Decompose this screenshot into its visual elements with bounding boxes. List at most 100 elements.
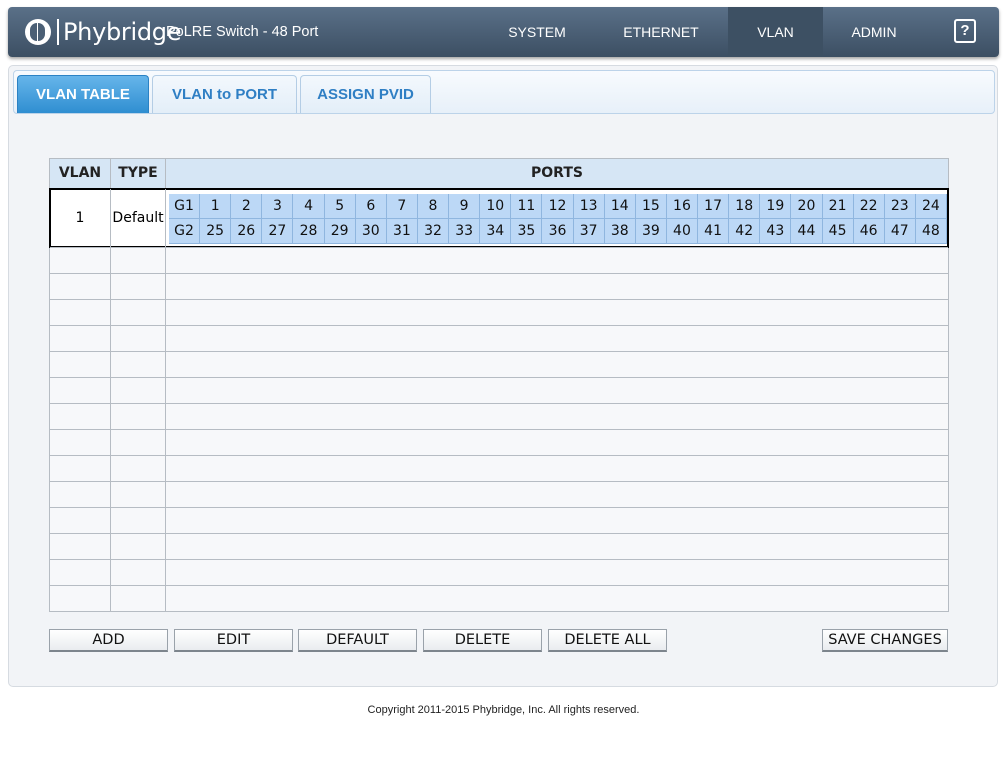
port-cell: 8 [417,194,450,219]
port-cell: 41 [698,219,730,244]
nav-vlan[interactable]: VLAN [728,7,823,57]
port-cell: 19 [760,194,792,219]
table-row[interactable] [50,247,948,273]
delete-all-button[interactable]: DELETE ALL [548,629,667,652]
table-row[interactable] [50,403,948,429]
empty-vlan-cell [50,300,111,325]
vlan-type-cell: Default [111,189,166,247]
table-row[interactable] [50,351,948,377]
port-cell: 4 [293,194,325,219]
column-header-type: TYPE [111,159,166,188]
port-cell: 31 [386,219,418,244]
phybridge-logo[interactable]: Phybridge [25,17,182,47]
table-row[interactable] [50,455,948,481]
table-header: VLAN TYPE PORTS [50,159,948,189]
port-cell: 18 [729,194,761,219]
port-cell: G1 [169,194,201,219]
empty-type-cell [111,300,166,325]
port-grid: G1 1 2 3 4 5 6 7 8 9 10 11 12 13 14 15 16 17 18 19 20 21 22 23 2… [169,194,947,244]
port-cell: 39 [635,219,667,244]
port-cell: 21 [822,194,854,219]
empty-type-cell [111,378,166,403]
top-header: Phybridge PoLRE Switch - 48 Port SYSTEM … [8,7,999,57]
tab-bar: VLAN TABLE VLAN to PORT ASSIGN PVID [13,70,995,114]
port-cell: 17 [698,194,730,219]
port-cell: 24 [915,194,947,219]
edit-button[interactable]: EDIT [174,629,293,652]
empty-type-cell [111,534,166,559]
port-cell: 42 [729,219,761,244]
port-cell: 38 [604,219,636,244]
table-row[interactable] [50,533,948,559]
save-changes-button[interactable]: SAVE CHANGES [822,629,948,652]
add-button[interactable]: ADD [49,629,168,652]
port-cell: 11 [511,194,543,219]
port-cell: 47 [884,219,916,244]
port-cell: 2 [231,194,263,219]
empty-vlan-cell [50,274,111,299]
empty-type-cell [111,508,166,533]
port-cell: 22 [853,194,885,219]
tab-assign-pvid[interactable]: ASSIGN PVID [300,75,431,113]
table-row[interactable] [50,481,948,507]
nav-ethernet[interactable]: ETHERNET [607,7,715,57]
delete-button[interactable]: DELETE [423,629,542,652]
empty-type-cell [111,248,166,273]
port-cell: 16 [666,194,699,219]
table-row[interactable] [50,429,948,455]
port-cell: 43 [760,219,792,244]
empty-type-cell [111,456,166,481]
port-cell: 44 [791,219,823,244]
empty-type-cell [111,430,166,455]
empty-type-cell [111,586,166,611]
empty-vlan-cell [50,248,111,273]
vlan-id-cell: 1 [50,189,111,247]
port-cell: 13 [573,194,605,219]
port-cell: 23 [884,194,916,219]
empty-type-cell [111,482,166,507]
column-header-ports: PORTS [531,165,583,181]
port-cell: 28 [293,219,325,244]
table-row[interactable] [50,273,948,299]
empty-vlan-cell [50,404,111,429]
port-cell: 3 [262,194,294,219]
port-cell: 36 [542,219,574,244]
table-row[interactable] [50,299,948,325]
port-cell: G2 [169,219,201,244]
empty-vlan-cell [50,430,111,455]
port-cell: 33 [449,219,481,244]
port-cell: 35 [511,219,543,244]
table-row[interactable] [50,377,948,403]
tab-vlan-table[interactable]: VLAN TABLE [17,75,149,113]
port-cell: 37 [573,219,605,244]
copyright-footer: Copyright 2011-2015 Phybridge, Inc. All … [367,704,640,716]
empty-vlan-cell [50,326,111,351]
help-icon[interactable]: ? [954,19,976,43]
port-cell: 40 [666,219,699,244]
vlan-table: VLAN TYPE PORTS 1 Default G1 1 2 3 4 5 6 7 8 9 10 1… [49,158,949,612]
port-cell: 5 [324,194,356,219]
port-cell: 10 [480,194,512,219]
table-row[interactable] [50,325,948,351]
port-cell: 20 [791,194,823,219]
default-button[interactable]: DEFAULT [298,629,417,652]
empty-vlan-cell [50,534,111,559]
empty-vlan-cell [50,560,111,585]
table-row-vlan-1[interactable]: 1 Default G1 1 2 3 4 5 6 7 8 9 10 11 12 13 14 15 16 17 18 1… [49,188,949,248]
empty-type-cell [111,326,166,351]
nav-system[interactable]: SYSTEM [489,7,585,57]
phybridge-logo-icon [25,19,51,45]
port-cell: 7 [386,194,418,219]
table-row[interactable] [50,585,948,611]
port-cell: 25 [200,219,232,244]
tab-vlan-to-port[interactable]: VLAN to PORT [152,75,297,113]
table-row[interactable] [50,507,948,533]
empty-type-cell [111,352,166,377]
table-row[interactable] [50,559,948,585]
empty-vlan-cell [50,586,111,611]
product-name: PoLRE Switch - 48 Port [166,24,319,40]
nav-admin[interactable]: ADMIN [834,7,914,57]
logo-text: Phybridge [63,18,182,46]
port-cell: 14 [604,194,636,219]
port-cell: 1 [200,194,232,219]
